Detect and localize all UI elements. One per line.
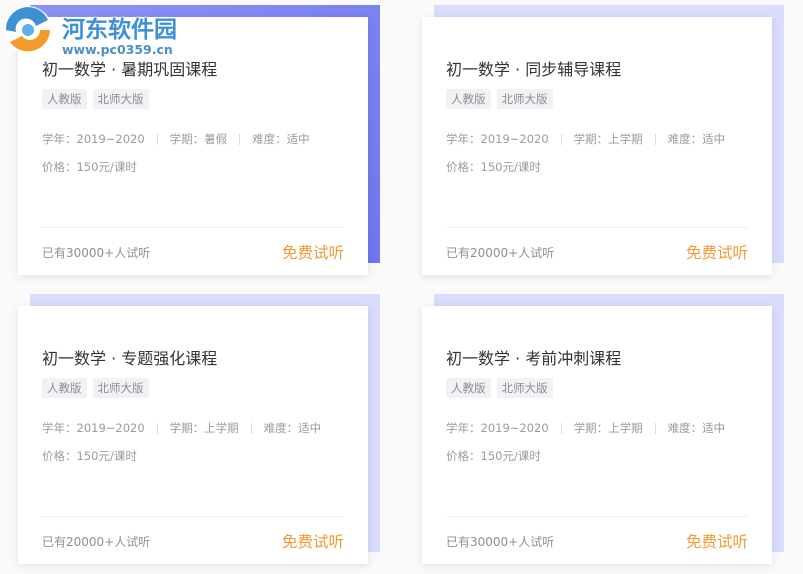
card-body[interactable]: 初一数学 · 专题强化课程 人教版 北师大版 学年：2019~2020 学期：上… [18,306,368,564]
watermark-name: 河东软件园 [62,16,177,43]
meta-separator [560,133,562,145]
school-year: 学年：2019~2020 [446,132,549,146]
term: 学期：上学期 [573,132,643,146]
course-title: 初一数学 · 专题强化课程 [42,349,218,368]
hedong-logo-icon [4,6,52,54]
trial-count: 已有30000+人试听 [446,535,555,549]
meta-separator [156,422,158,434]
price: 价格：150元/课时 [446,449,541,463]
difficulty: 难度：适中 [667,421,726,435]
school-year: 学年：2019~2020 [446,421,549,435]
edition-tag: 人教版 [446,89,491,109]
course-meta: 学年：2019~2020 学期：暑假 难度：适中 [42,131,310,147]
meta-separator [250,422,252,434]
edition-tag: 北师大版 [496,89,553,109]
meta-separator [654,133,656,145]
term: 学期：上学期 [169,421,239,435]
tag-list: 人教版 北师大版 [446,378,553,398]
edition-tag: 人教版 [42,378,87,398]
tag-list: 人教版 北师大版 [42,378,149,398]
divider [42,227,344,228]
card-body[interactable]: 初一数学 · 考前冲刺课程 人教版 北师大版 学年：2019~2020 学期：上… [422,306,772,564]
tag-list: 人教版 北师大版 [42,89,149,109]
difficulty: 难度：适中 [263,421,322,435]
school-year: 学年：2019~2020 [42,132,145,146]
course-meta: 学年：2019~2020 学期：上学期 难度：适中 [42,420,321,436]
divider [446,227,748,228]
course-meta: 学年：2019~2020 学期：上学期 难度：适中 [446,420,725,436]
term: 学期：暑假 [169,132,228,146]
site-watermark: 河东软件园 www.pc0359.cn [0,0,200,60]
edition-tag: 北师大版 [92,89,149,109]
trial-count: 已有30000+人试听 [42,246,151,260]
free-trial-button[interactable]: 免费试听 [282,530,344,552]
price: 价格：150元/课时 [42,160,137,174]
divider [42,516,344,517]
meta-separator [560,422,562,434]
meta-separator [654,422,656,434]
edition-tag: 北师大版 [92,378,149,398]
difficulty: 难度：适中 [667,132,726,146]
edition-tag: 北师大版 [496,378,553,398]
card-body[interactable]: 初一数学 · 同步辅导课程 人教版 北师大版 学年：2019~2020 学期：上… [422,17,772,275]
course-card[interactable]: 初一数学 · 考前冲刺课程 人教版 北师大版 学年：2019~2020 学期：上… [422,294,784,564]
term: 学期：上学期 [573,421,643,435]
difficulty: 难度：适中 [252,132,310,146]
trial-count: 已有20000+人试听 [446,246,555,260]
edition-tag: 人教版 [446,378,491,398]
price: 价格：150元/课时 [446,160,541,174]
course-title: 初一数学 · 同步辅导课程 [446,60,622,79]
free-trial-button[interactable]: 免费试听 [686,241,748,263]
course-meta: 学年：2019~2020 学期：上学期 难度：适中 [446,131,725,147]
divider [446,516,748,517]
tag-list: 人教版 北师大版 [446,89,553,109]
watermark-url: www.pc0359.cn [62,42,173,57]
edition-tag: 人教版 [42,89,87,109]
school-year: 学年：2019~2020 [42,421,145,435]
course-card[interactable]: 初一数学 · 同步辅导课程 人教版 北师大版 学年：2019~2020 学期：上… [422,5,784,275]
meta-separator [239,133,241,145]
price: 价格：150元/课时 [42,449,137,463]
course-title: 初一数学 · 考前冲刺课程 [446,349,622,368]
meta-separator [156,133,158,145]
course-card[interactable]: 初一数学 · 专题强化课程 人教版 北师大版 学年：2019~2020 学期：上… [18,294,380,564]
free-trial-button[interactable]: 免费试听 [686,530,748,552]
free-trial-button[interactable]: 免费试听 [282,241,344,263]
trial-count: 已有20000+人试听 [42,535,151,549]
